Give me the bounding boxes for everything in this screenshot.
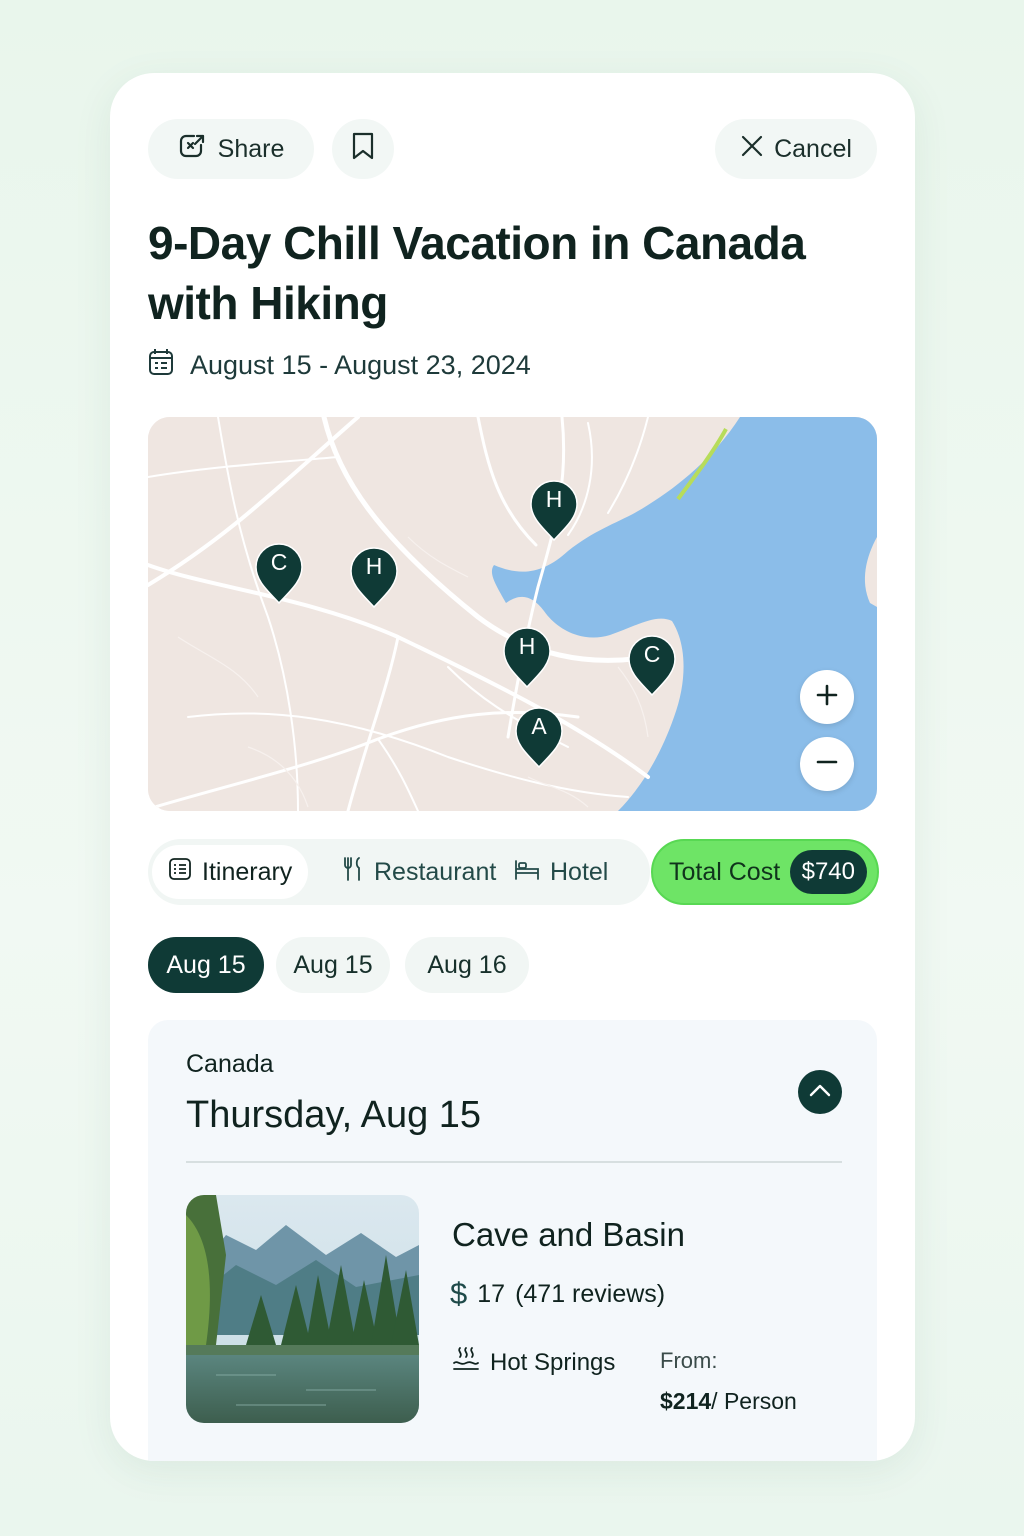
cancel-button[interactable]: Cancel <box>715 119 877 179</box>
trip-dates: August 15 - August 23, 2024 <box>148 345 531 385</box>
map-pin-label: C <box>643 641 661 667</box>
map-pin-hotel[interactable]: H <box>502 626 552 690</box>
total-cost-label: Total Cost <box>669 857 781 886</box>
map-pin-camp[interactable]: C <box>254 542 304 606</box>
tab-label: Itinerary <box>202 857 293 886</box>
tab-label: Restaurant <box>374 857 497 886</box>
day-country: Canada <box>186 1050 274 1078</box>
activity-name[interactable]: Cave and Basin <box>452 1216 685 1254</box>
list-icon <box>168 857 192 888</box>
trip-detail-card: Share Cancel 9-Day Chill Vacation in Can… <box>110 73 915 1461</box>
category-label: Hot Springs <box>490 1348 616 1376</box>
collapse-button[interactable] <box>798 1070 842 1114</box>
reviews-count: (471 reviews) <box>515 1279 666 1308</box>
trip-dates-text: August 15 - August 23, 2024 <box>190 349 531 380</box>
date-chip-selected[interactable]: Aug 15 <box>148 937 264 993</box>
hot-springs-icon <box>452 1346 480 1379</box>
bookmark-button[interactable] <box>332 119 394 179</box>
total-cost-value: $740 <box>789 850 867 894</box>
share-icon <box>178 132 206 167</box>
close-icon <box>740 134 764 165</box>
day-title: Thursday, Aug 15 <box>186 1094 482 1136</box>
cancel-label: Cancel <box>774 134 852 163</box>
chevron-up-icon <box>809 1083 831 1102</box>
map-base <box>148 417 877 811</box>
activity-photo[interactable] <box>186 1195 419 1423</box>
map-pin-label: H <box>545 486 563 512</box>
trip-title: 9-Day Chill Vacation in Canada with Hiki… <box>148 217 806 329</box>
date-chip[interactable]: Aug 15 <box>276 937 390 993</box>
price-value: $214 <box>660 1388 712 1414</box>
day-panel: Canada Thursday, Aug 15 Cave and Basin $… <box>148 1020 877 1461</box>
share-button[interactable]: Share <box>148 119 314 179</box>
tab-label: Hotel <box>550 857 609 886</box>
rating-row: $ 17 (471 reviews) <box>450 1276 665 1312</box>
share-label: Share <box>217 134 285 163</box>
zoom-out-button[interactable] <box>800 737 854 791</box>
dollar-icon: $ <box>450 1276 468 1311</box>
price-per-person: $214/ Person <box>660 1388 797 1415</box>
utensils-icon <box>342 856 364 889</box>
price-unit: / Person <box>711 1388 797 1414</box>
minus-icon <box>816 751 838 778</box>
tab-restaurant[interactable]: Restaurant <box>342 845 496 899</box>
map-pin-label: H <box>365 553 383 579</box>
category-row: Hot Springs <box>452 1346 615 1379</box>
map-pin-label: C <box>270 549 288 575</box>
date-chip[interactable]: Aug 16 <box>405 937 529 993</box>
plus-icon <box>816 684 838 711</box>
bookmark-icon <box>350 131 376 168</box>
rating-value: 17 <box>477 1279 506 1308</box>
from-label: From: <box>660 1348 718 1373</box>
map-pin-camp[interactable]: C <box>627 634 677 698</box>
map-pin-label: H <box>518 633 536 659</box>
total-cost-pill[interactable]: Total Cost $740 <box>651 839 879 905</box>
top-toolbar: Share Cancel <box>148 119 877 179</box>
divider <box>186 1161 842 1163</box>
zoom-in-button[interactable] <box>800 670 854 724</box>
map-pin-attraction[interactable]: A <box>514 706 564 770</box>
route-map[interactable]: H C H H C A <box>148 417 877 811</box>
tab-hotel[interactable]: Hotel <box>514 845 608 899</box>
map-pin-hotel[interactable]: H <box>349 546 399 610</box>
map-pin-label: A <box>531 713 547 739</box>
calendar-icon <box>148 348 174 383</box>
tab-itinerary[interactable]: Itinerary <box>152 845 309 899</box>
map-pin-hotel[interactable]: H <box>529 479 579 543</box>
bed-icon <box>514 857 540 888</box>
category-tabs: Itinerary Restaurant Hotel <box>148 839 650 905</box>
